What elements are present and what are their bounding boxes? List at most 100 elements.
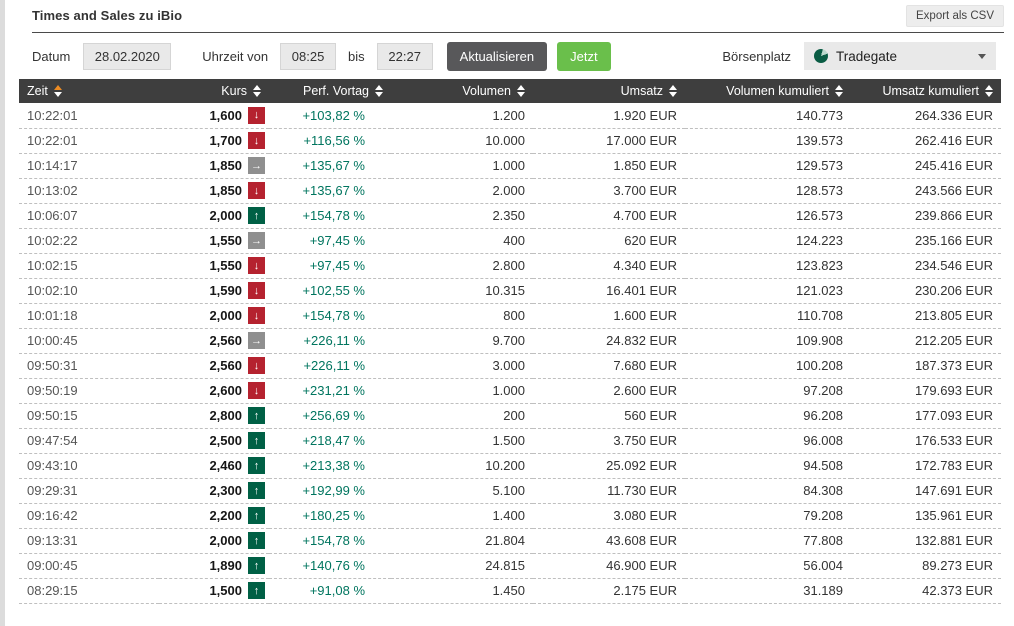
- trade-perf-vortag: +140,76 %: [269, 553, 391, 578]
- trade-volume: 1.400: [391, 503, 533, 528]
- trade-price: 2,000: [209, 208, 242, 223]
- trade-price: 2,460: [209, 458, 242, 473]
- trade-turnover-cumulative: 235.166 EUR: [851, 228, 1001, 253]
- time-from-label: Uhrzeit von: [202, 49, 268, 64]
- trade-turnover-cumulative: 234.546 EUR: [851, 253, 1001, 278]
- trade-perf-vortag: +102,55 %: [269, 278, 391, 303]
- trade-turnover: 2.600 EUR: [533, 378, 685, 403]
- sort-arrows-icon: [669, 85, 677, 97]
- trade-time: 09:50:15: [19, 403, 159, 428]
- trade-time: 10:13:02: [19, 178, 159, 203]
- filter-bar: Datum Uhrzeit von bis Aktualisieren Jetz…: [32, 41, 996, 71]
- time-from-input[interactable]: [280, 43, 336, 70]
- trade-perf-vortag: +103,82 %: [269, 103, 391, 128]
- arrow-up-icon: ↑: [248, 407, 265, 424]
- column-header-label: Umsatz kumuliert: [882, 84, 979, 98]
- trade-volume-cumulative: 139.573: [685, 128, 851, 153]
- trade-perf-vortag: +116,56 %: [269, 128, 391, 153]
- trade-perf-vortag: +256,69 %: [269, 403, 391, 428]
- column-header-volumen-kumuliert[interactable]: Volumen kumuliert: [685, 79, 851, 103]
- trade-price: 2,600: [209, 383, 242, 398]
- trade-perf-vortag: +226,11 %: [269, 328, 391, 353]
- trade-turnover: 3.700 EUR: [533, 178, 685, 203]
- exchange-pie-icon: [814, 49, 828, 63]
- column-header-zeit[interactable]: Zeit: [19, 79, 159, 103]
- column-header-umsatz[interactable]: Umsatz: [533, 79, 685, 103]
- column-header-volumen[interactable]: Volumen: [391, 79, 533, 103]
- trade-price: 1,850: [209, 158, 242, 173]
- column-header-perf-vortag[interactable]: Perf. Vortag: [269, 79, 391, 103]
- table-row: 09:16:42 2,200 ↑ +180,25 % 1.400 3.080 E…: [19, 503, 1001, 528]
- arrow-up-icon: ↑: [248, 532, 265, 549]
- trade-perf-vortag: +180,25 %: [269, 503, 391, 528]
- column-header-umsatz-kumuliert[interactable]: Umsatz kumuliert: [851, 79, 1001, 103]
- trade-turnover-cumulative: 245.416 EUR: [851, 153, 1001, 178]
- trade-turnover-cumulative: 212.205 EUR: [851, 328, 1001, 353]
- arrow-up-icon: ↑: [248, 582, 265, 599]
- table-row: 10:02:22 1,550 → +97,45 % 400 620 EUR 12…: [19, 228, 1001, 253]
- trade-volume: 800: [391, 303, 533, 328]
- trade-volume: 21.804: [391, 528, 533, 553]
- trade-time: 10:22:01: [19, 128, 159, 153]
- trade-volume: 1.500: [391, 428, 533, 453]
- trade-perf-vortag: +154,78 %: [269, 203, 391, 228]
- trade-time: 09:00:45: [19, 553, 159, 578]
- trade-perf-vortag: +231,21 %: [269, 378, 391, 403]
- trade-volume: 24.815: [391, 553, 533, 578]
- trade-volume: 1.000: [391, 378, 533, 403]
- trade-volume-cumulative: 121.023: [685, 278, 851, 303]
- exchange-selected-value: Tradegate: [836, 49, 897, 64]
- trade-turnover: 4.340 EUR: [533, 253, 685, 278]
- table-row: 09:50:15 2,800 ↑ +256,69 % 200 560 EUR 9…: [19, 403, 1001, 428]
- now-button[interactable]: Jetzt: [557, 42, 610, 71]
- trade-price: 1,550: [209, 258, 242, 273]
- column-header-kurs[interactable]: Kurs: [159, 79, 269, 103]
- arrow-down-icon: ↓: [248, 307, 265, 324]
- trade-time: 10:01:18: [19, 303, 159, 328]
- trade-volume: 2.800: [391, 253, 533, 278]
- trade-time: 08:29:15: [19, 578, 159, 603]
- time-to-input[interactable]: [377, 43, 433, 70]
- trade-turnover: 2.175 EUR: [533, 578, 685, 603]
- trade-turnover: 3.750 EUR: [533, 428, 685, 453]
- trade-volume-cumulative: 110.708: [685, 303, 851, 328]
- trade-perf-vortag: +226,11 %: [269, 353, 391, 378]
- trade-price: 2,000: [209, 308, 242, 323]
- trade-volume-cumulative: 79.208: [685, 503, 851, 528]
- trade-perf-vortag: +135,67 %: [269, 153, 391, 178]
- column-header-label: Kurs: [221, 84, 247, 98]
- trade-turnover-cumulative: 230.206 EUR: [851, 278, 1001, 303]
- times-and-sales-table: Zeit Kurs Perf. Vortag Volumen U: [19, 79, 1001, 604]
- trade-perf-vortag: +192,99 %: [269, 478, 391, 503]
- column-header-label: Perf. Vortag: [303, 84, 369, 98]
- trade-volume-cumulative: 96.008: [685, 428, 851, 453]
- exchange-dropdown[interactable]: Tradegate: [804, 42, 996, 70]
- trade-time: 10:02:22: [19, 228, 159, 253]
- trade-turnover-cumulative: 135.961 EUR: [851, 503, 1001, 528]
- table-row: 09:50:19 2,600 ↓ +231,21 % 1.000 2.600 E…: [19, 378, 1001, 403]
- trade-turnover: 3.080 EUR: [533, 503, 685, 528]
- trade-turnover: 25.092 EUR: [533, 453, 685, 478]
- trade-time: 10:14:17: [19, 153, 159, 178]
- trade-price: 1,700: [209, 133, 242, 148]
- export-csv-button[interactable]: Export als CSV: [906, 5, 1004, 27]
- trade-volume-cumulative: 100.208: [685, 353, 851, 378]
- trade-volume-cumulative: 94.508: [685, 453, 851, 478]
- trade-volume: 10.000: [391, 128, 533, 153]
- date-input[interactable]: [83, 43, 171, 70]
- trade-turnover-cumulative: 243.566 EUR: [851, 178, 1001, 203]
- trade-perf-vortag: +154,78 %: [269, 528, 391, 553]
- column-header-label: Volumen kumuliert: [726, 84, 829, 98]
- refresh-button[interactable]: Aktualisieren: [447, 42, 547, 71]
- table-row: 08:29:15 1,500 ↑ +91,08 % 1.450 2.175 EU…: [19, 578, 1001, 603]
- trade-turnover-cumulative: 239.866 EUR: [851, 203, 1001, 228]
- trade-price: 2,800: [209, 408, 242, 423]
- arrow-up-icon: ↑: [248, 507, 265, 524]
- trade-price: 2,200: [209, 508, 242, 523]
- trade-turnover: 46.900 EUR: [533, 553, 685, 578]
- table-row: 10:14:17 1,850 → +135,67 % 1.000 1.850 E…: [19, 153, 1001, 178]
- trade-price: 1,550: [209, 233, 242, 248]
- trade-time: 09:16:42: [19, 503, 159, 528]
- arrow-down-icon: ↓: [248, 182, 265, 199]
- trade-price: 1,600: [209, 108, 242, 123]
